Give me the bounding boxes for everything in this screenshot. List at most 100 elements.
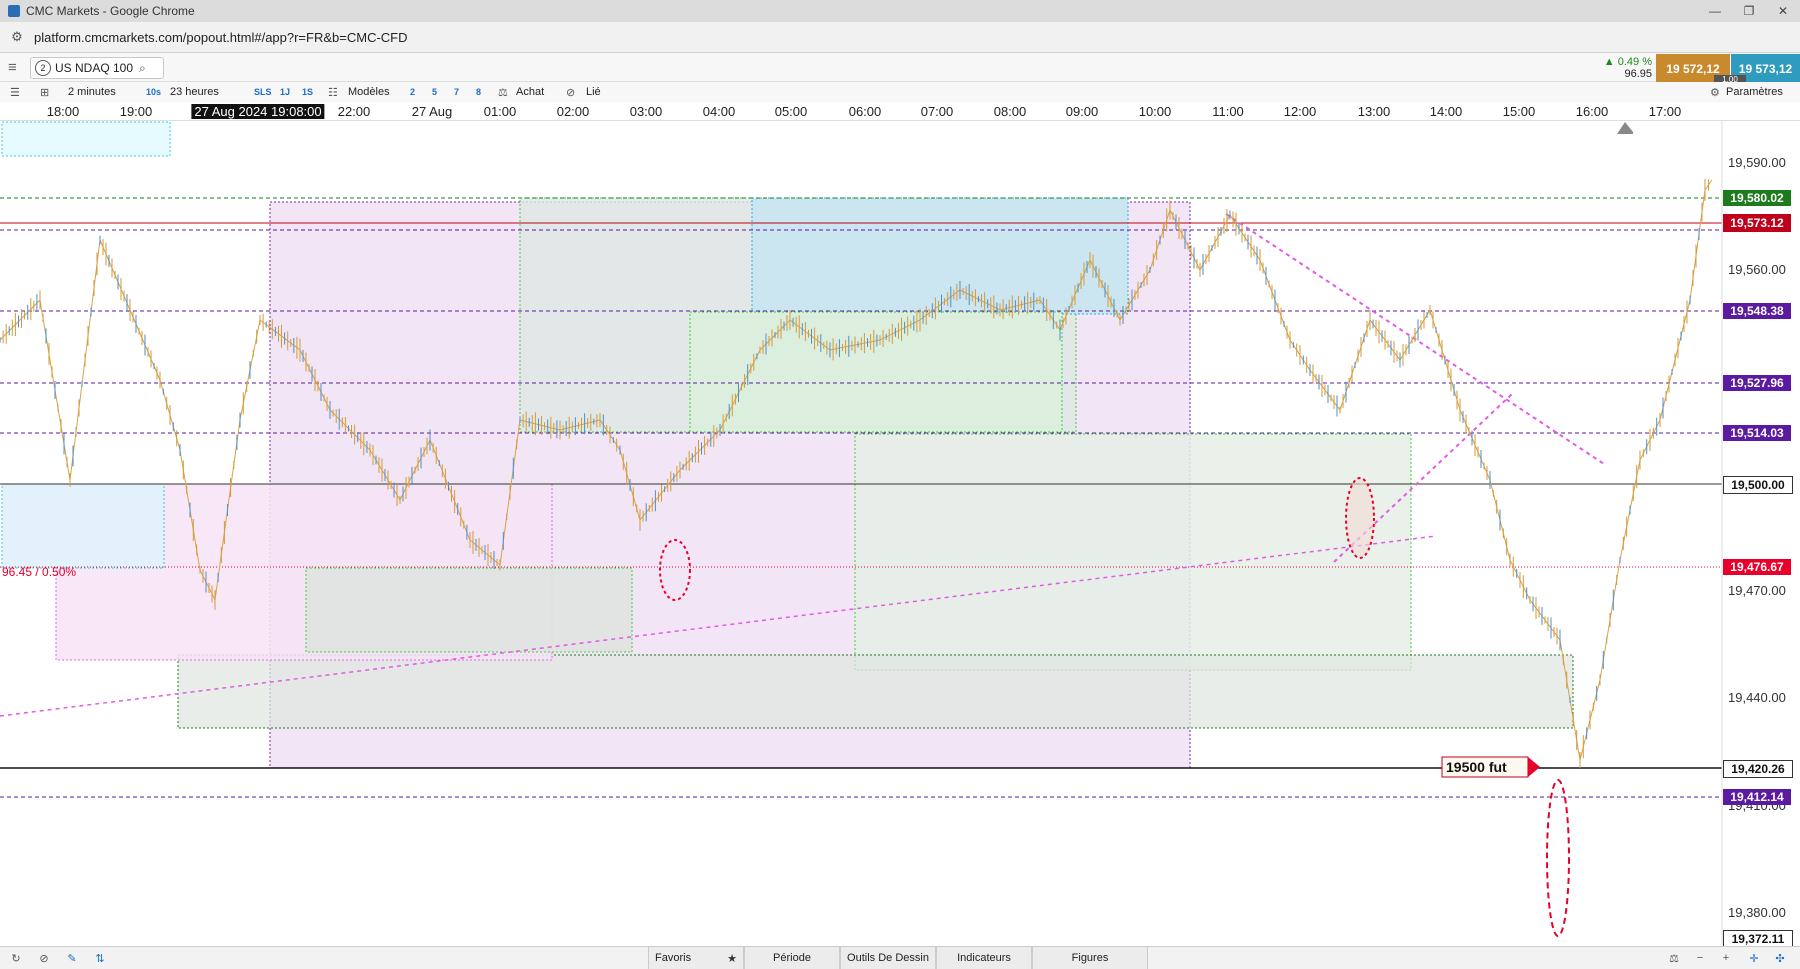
range-sls[interactable]: SLS — [254, 82, 272, 102]
settings-button[interactable]: Paramètres — [1726, 82, 1783, 102]
window-titlebar: CMC Markets - Google Chrome — [0, 0, 1800, 22]
bottom-toolbar: ↻ ⊘ ✎ ⇅ Favoris ★ Période Outils De Dess… — [0, 946, 1800, 969]
interval-10s[interactable]: 10s — [146, 82, 161, 102]
annotation-text: 19500 fut — [1446, 759, 1507, 775]
time-axis: 18:00 19:00 27 Aug 2024 19:08:00 22:00 2… — [0, 102, 1800, 121]
time-label: 12:00 — [1283, 104, 1317, 119]
zoom-in-icon[interactable]: + — [1716, 947, 1736, 969]
window-title: CMC Markets - Google Chrome — [26, 4, 195, 18]
chart-header: ≡ 2 US NDAQ 100 ⌕ — [0, 53, 1800, 82]
figures-tab[interactable]: Figures — [1032, 947, 1148, 969]
layout-5[interactable]: 5 — [432, 82, 437, 102]
price-tick: 19,440.00 — [1728, 690, 1786, 705]
time-label: 18:00 — [46, 104, 80, 119]
linked-button[interactable]: Lié — [586, 82, 601, 102]
fit-icon[interactable]: ✣ — [1770, 947, 1790, 969]
time-label: 05:00 — [774, 104, 808, 119]
zoom-out-icon[interactable]: − — [1690, 947, 1710, 969]
range-select[interactable]: 23 heures — [170, 82, 219, 102]
zones — [1, 121, 1574, 769]
cursor-icon[interactable]: ⇅ — [90, 947, 110, 969]
chart-toolbar: ☰ ⊞ 2 minutes 10s 23 heures SLS 1J 1S ☷ … — [0, 82, 1800, 103]
time-label: 07:00 — [920, 104, 954, 119]
change-points: 96.95 — [1624, 68, 1652, 80]
time-label: 01:00 — [483, 104, 517, 119]
annotation-arrow — [1528, 757, 1540, 777]
indicators-tab[interactable]: Indicateurs — [936, 947, 1032, 969]
time-label: 16:00 — [1575, 104, 1609, 119]
minimize-icon[interactable]: — — [1698, 0, 1732, 22]
settings-icon: ⚙ — [1710, 86, 1720, 99]
time-label: 08:00 — [993, 104, 1027, 119]
change-label: 96.45 / 0.50% — [2, 565, 76, 579]
time-label: 27 Aug — [411, 104, 453, 119]
scale-icon: ⚖ — [498, 86, 508, 99]
layout-8[interactable]: 8 — [476, 82, 481, 102]
time-label: 15:00 — [1502, 104, 1536, 119]
pen-icon[interactable]: ✎ — [62, 947, 82, 969]
marker-icon — [1617, 122, 1633, 134]
instrument-number: 2 — [35, 60, 51, 76]
price-tick: 19,470.00 — [1728, 583, 1786, 598]
price-tick: 19,560.00 — [1728, 262, 1786, 277]
crosshair-time-label: 27 Aug 2024 19:08:00 — [191, 104, 325, 119]
zone-box — [854, 433, 1412, 671]
highlight-ellipse — [1546, 779, 1570, 937]
instrument-name: US NDAQ 100 — [55, 61, 134, 75]
price-chart[interactable]: 96.45 / 0.50% 19500 fut — [0, 120, 1800, 946]
time-label: 11:00 — [1212, 104, 1244, 119]
search-icon[interactable]: ⌕ — [139, 61, 146, 76]
zone-box — [177, 654, 1574, 729]
url-text[interactable]: platform.cmcmarkets.com/popout.html#/app… — [34, 30, 408, 45]
address-bar: ⚙ platform.cmcmarkets.com/popout.html#/a… — [0, 22, 1800, 53]
price-tag-19412: 19,412.14 — [1723, 789, 1791, 805]
range-1s[interactable]: 1S — [302, 82, 313, 102]
range-1j[interactable]: 1J — [280, 82, 290, 102]
close-icon[interactable]: ✕ — [1766, 0, 1800, 22]
templates-button[interactable]: Modèles — [348, 82, 390, 102]
time-label: 03:00 — [629, 104, 663, 119]
price-tag-19476: 19,476.67 — [1723, 559, 1791, 575]
time-label: 09:00 — [1065, 104, 1099, 119]
period-tab[interactable]: Période — [744, 947, 840, 969]
buy-price: 19 573,12 — [1738, 62, 1793, 76]
annotation-19500-fut[interactable]: 19500 fut — [1441, 756, 1540, 778]
list-icon[interactable]: ☰ — [10, 82, 20, 102]
time-label: 14:00 — [1429, 104, 1463, 119]
price-tag-19514: 19,514.03 — [1723, 425, 1791, 441]
zone-box — [1, 121, 171, 157]
menu-icon[interactable]: ≡ — [8, 53, 17, 81]
price-tag-19580: 19,580.02 — [1723, 190, 1791, 206]
templates-icon[interactable]: ☷ — [328, 82, 338, 102]
time-label: 10:00 — [1138, 104, 1172, 119]
sell-price: 19 572,12 — [1666, 62, 1720, 76]
change-percent: ▲ 0.49 % — [1603, 56, 1652, 68]
price-tag-19420: 19,420.26 — [1723, 760, 1793, 778]
time-label: 19:00 — [119, 104, 153, 119]
layout-7[interactable]: 7 — [454, 82, 459, 102]
scale-toggle-icon[interactable]: ⚖ — [1664, 947, 1684, 969]
price-tag-19548: 19,548.38 — [1723, 303, 1791, 319]
time-label: 02:00 — [556, 104, 590, 119]
price-tick: 19,590.00 — [1728, 155, 1786, 170]
time-label: 22:00 — [337, 104, 371, 119]
clear-icon[interactable]: ⊘ — [34, 947, 54, 969]
instrument-search[interactable]: 2 US NDAQ 100 ⌕ — [30, 57, 164, 79]
layout-2[interactable]: 2 — [410, 82, 415, 102]
daily-change: ▲ 0.49 % 96.95 — [1602, 56, 1652, 82]
favorites-label: Favoris — [655, 952, 692, 964]
refresh-icon[interactable]: ↻ — [6, 947, 26, 969]
interval-select[interactable]: 2 minutes — [68, 82, 116, 102]
buy-button[interactable]: Achat — [516, 82, 544, 102]
layout-icon[interactable]: ⊞ — [40, 82, 49, 102]
drawing-tools-tab[interactable]: Outils De Dessin — [840, 947, 936, 969]
crosshair-icon[interactable]: ✛ — [1744, 947, 1764, 969]
app-logo-icon — [8, 5, 20, 17]
link-icon: ⊘ — [566, 86, 576, 99]
zone-box — [305, 567, 633, 653]
site-settings-icon[interactable]: ⚙ — [6, 26, 28, 48]
restore-icon[interactable]: ❐ — [1732, 0, 1766, 22]
zone-box — [689, 311, 1063, 433]
favorites-tab[interactable]: Favoris ★ — [648, 947, 744, 969]
time-label: 13:00 — [1357, 104, 1391, 119]
